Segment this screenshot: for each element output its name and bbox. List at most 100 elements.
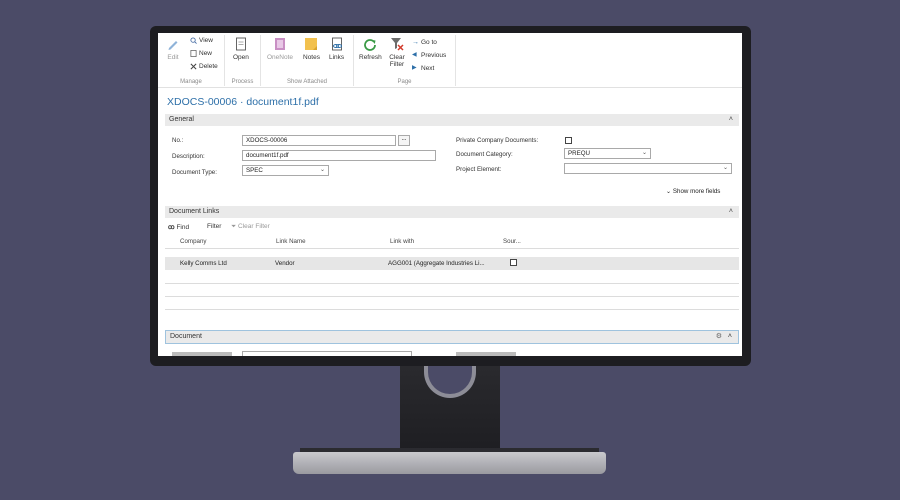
funnel-icon: ⏷ bbox=[231, 223, 237, 230]
links-label: Links bbox=[329, 54, 345, 61]
links-icon bbox=[331, 37, 342, 51]
clear-filter-link[interactable]: ⏷ Clear Filter bbox=[231, 223, 270, 231]
grid-divider bbox=[165, 283, 739, 284]
clear-filter-label: Clear Filter bbox=[389, 54, 405, 68]
previous-label: Previous bbox=[421, 52, 447, 59]
notes-button[interactable]: Notes bbox=[303, 37, 320, 61]
lookup-button[interactable]: ... bbox=[398, 135, 410, 146]
refresh-label: Refresh bbox=[359, 54, 382, 61]
next-label: Next bbox=[421, 65, 435, 72]
description-field[interactable]: document1f.pdf bbox=[242, 150, 436, 161]
clear-filter-button[interactable]: Clear Filter bbox=[387, 37, 407, 68]
description-label: Description: bbox=[172, 153, 205, 160]
grid-divider bbox=[165, 296, 739, 297]
links-button[interactable]: Links bbox=[329, 37, 344, 61]
document-type-value: SPEC bbox=[246, 167, 263, 174]
chevron-down-icon: ⌄ bbox=[319, 167, 325, 173]
column-header-link-name[interactable]: Link Name bbox=[276, 238, 306, 245]
no-label: No.: bbox=[172, 137, 184, 144]
previous-button[interactable]: ◀ Previous bbox=[412, 52, 446, 59]
find-button[interactable]: ꝏ Find bbox=[168, 223, 189, 231]
collapse-caret-icon: ˄ bbox=[727, 333, 732, 340]
open-button[interactable]: Open bbox=[233, 37, 249, 61]
filter-label: Filter bbox=[207, 223, 222, 230]
cut-off-label bbox=[172, 352, 232, 356]
column-header-link-with[interactable]: Link with bbox=[390, 238, 414, 245]
cell-link-with: AGG001 (Aggregate Industries Li... bbox=[388, 260, 485, 267]
notes-icon bbox=[305, 38, 318, 50]
no-value: XDOCS-00006 bbox=[246, 137, 288, 144]
ribbon: Edit View New Delete Manage Open Process bbox=[158, 33, 742, 88]
refresh-button[interactable]: Refresh bbox=[359, 37, 382, 61]
page-title: XDOCS-00006 · document1f.pdf bbox=[167, 96, 319, 108]
chevron-down-icon: ⌄ bbox=[722, 165, 728, 171]
new-label: New bbox=[199, 50, 213, 57]
source-checkbox[interactable] bbox=[510, 259, 517, 266]
triangle-left-icon: ◀ bbox=[412, 52, 417, 58]
filter-button[interactable]: Filter bbox=[207, 223, 221, 230]
general-section-header[interactable]: General ˄ bbox=[165, 114, 739, 126]
notes-label: Notes bbox=[303, 54, 320, 61]
refresh-icon bbox=[364, 39, 377, 51]
chevron-down-icon: ⌄ bbox=[641, 150, 647, 156]
monitor-stand-base bbox=[293, 452, 606, 474]
document-type-select[interactable]: SPEC ⌄ bbox=[242, 165, 329, 176]
document-category-label: Document Category: bbox=[456, 151, 513, 158]
binoculars-icon: ꝏ bbox=[168, 224, 175, 231]
column-header-source[interactable]: Sour... bbox=[503, 238, 521, 245]
edit-button[interactable]: Edit bbox=[166, 37, 180, 61]
new-document-icon bbox=[190, 50, 197, 57]
document-category-value: PREQU bbox=[568, 150, 591, 157]
pencil-icon bbox=[168, 41, 178, 50]
group-label-process: Process bbox=[231, 79, 254, 85]
document-section-header[interactable]: Document ⚙ ˄ bbox=[165, 330, 739, 344]
private-documents-checkbox[interactable] bbox=[565, 137, 572, 144]
view-button[interactable]: View bbox=[190, 37, 213, 44]
onenote-icon bbox=[275, 38, 286, 50]
chevron-down-icon: ⌄ bbox=[666, 188, 672, 195]
clear-filter-icon bbox=[391, 38, 404, 51]
show-more-fields-link[interactable]: ⌄ Show more fields bbox=[666, 188, 720, 195]
open-label: Open bbox=[233, 54, 249, 61]
no-field[interactable]: XDOCS-00006 bbox=[242, 135, 396, 146]
collapse-caret-icon: ˄ bbox=[728, 208, 733, 215]
cell-company: Kelly Comms Ltd bbox=[180, 260, 227, 267]
cut-off-label bbox=[456, 352, 516, 356]
screen: Edit View New Delete Manage Open Process bbox=[158, 33, 742, 356]
onenote-button[interactable]: OneNote bbox=[267, 37, 293, 61]
document-links-header-label: Document Links bbox=[169, 208, 220, 215]
ribbon-group-manage: Edit View New Delete Manage bbox=[158, 35, 225, 86]
ribbon-group-show-attached: OneNote Notes Links Show Attached bbox=[261, 35, 354, 86]
gear-icon[interactable]: ⚙ bbox=[716, 331, 722, 343]
column-header-company[interactable]: Company bbox=[180, 238, 206, 245]
triangle-right-icon: ▶ bbox=[412, 65, 417, 71]
document-type-label: Document Type: bbox=[172, 169, 217, 176]
document-category-select[interactable]: PREQU ⌄ bbox=[564, 148, 651, 159]
project-element-select[interactable]: ⌄ bbox=[564, 163, 732, 174]
ribbon-group-process: Open Process bbox=[225, 35, 261, 86]
onenote-label: OneNote bbox=[267, 54, 294, 61]
group-label-manage: Manage bbox=[180, 79, 202, 85]
cut-off-field[interactable] bbox=[242, 351, 412, 356]
new-button[interactable]: New bbox=[190, 50, 212, 57]
show-more-label: Show more fields bbox=[672, 188, 721, 195]
delete-button[interactable]: Delete bbox=[190, 63, 218, 70]
cell-link-name: Vendor bbox=[275, 260, 295, 267]
collapse-caret-icon: ˄ bbox=[728, 116, 733, 123]
grid-divider bbox=[165, 248, 739, 249]
view-label: View bbox=[199, 37, 213, 44]
group-label-show-attached: Show Attached bbox=[286, 79, 328, 85]
document-header-label: Document bbox=[170, 333, 202, 340]
document-links-section-header[interactable]: Document Links ˄ bbox=[165, 206, 739, 218]
arrow-right-icon: → bbox=[412, 39, 419, 46]
open-document-icon bbox=[236, 37, 246, 51]
grid-divider bbox=[165, 309, 739, 310]
delete-icon bbox=[190, 63, 197, 70]
go-to-label: Go to bbox=[421, 39, 437, 46]
go-to-button[interactable]: → Go to bbox=[412, 39, 437, 46]
view-icon bbox=[190, 37, 197, 44]
general-header-label: General bbox=[169, 116, 194, 123]
project-element-label: Project Element: bbox=[456, 166, 502, 173]
find-label: Find bbox=[176, 224, 190, 231]
next-button[interactable]: ▶ Next bbox=[412, 65, 434, 72]
